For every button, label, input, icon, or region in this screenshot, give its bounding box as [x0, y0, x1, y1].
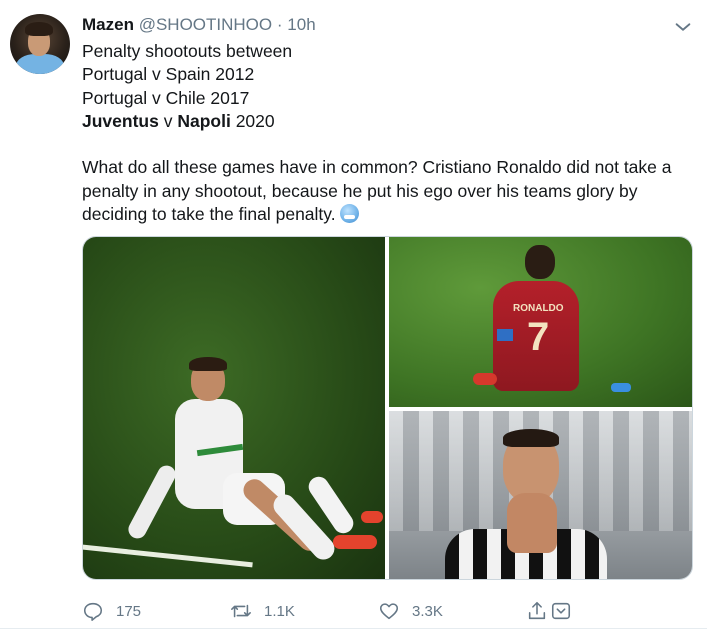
- jersey-number: 7: [527, 315, 550, 359]
- chevron-down-icon[interactable]: [672, 16, 694, 38]
- tweet-header: Mazen @SHOOTINHOO · 10h: [82, 14, 316, 36]
- photo-1[interactable]: [83, 237, 385, 579]
- share-icon: [528, 601, 546, 620]
- jersey-name: RONALDO: [513, 303, 564, 314]
- tweet-text: Penalty shootouts between Portugal v Spa…: [82, 40, 692, 226]
- author-handle[interactable]: @SHOOTINHOO: [139, 15, 272, 34]
- tweet-paragraph-line: penalty in any shootout, because he put …: [82, 180, 638, 201]
- tweet-line: Portugal v Chile 2017: [82, 87, 250, 108]
- media-grid: RONALDO 7: [82, 236, 693, 580]
- photo-3[interactable]: [389, 411, 692, 579]
- tweet-line: Penalty shootouts between: [82, 41, 293, 61]
- reply-button[interactable]: 175: [82, 598, 141, 624]
- year-text: 2020: [235, 110, 275, 131]
- retweet-button[interactable]: 1.1K: [230, 598, 295, 624]
- share-button[interactable]: [526, 598, 572, 624]
- dm-icon[interactable]: [550, 600, 572, 622]
- photo-2[interactable]: RONALDO 7: [389, 237, 692, 407]
- tweet-line: Portugal v Spain 2012: [82, 64, 255, 85]
- tweet-line: Juventus v Napoli 2020: [82, 110, 692, 133]
- reply-count: 175: [116, 602, 142, 620]
- like-count: 3.3K: [412, 602, 443, 620]
- timestamp[interactable]: 10h: [287, 15, 315, 34]
- versus-text: v: [163, 110, 173, 131]
- tweet-paragraph-line: What do all these games have in common? …: [82, 157, 672, 178]
- action-bar: 175 1.1K 3.3K: [82, 598, 602, 624]
- separator-dot: ·: [276, 15, 283, 34]
- grimacing-face-icon: [340, 204, 360, 224]
- author-name[interactable]: Mazen: [82, 15, 134, 34]
- reply-icon: [83, 602, 103, 621]
- retweet-icon: [231, 604, 251, 618]
- avatar[interactable]: [10, 14, 70, 74]
- team-napoli: Napoli: [177, 110, 231, 131]
- like-button[interactable]: 3.3K: [378, 598, 443, 624]
- heart-icon: [379, 603, 399, 620]
- retweet-count: 1.1K: [264, 602, 295, 620]
- tweet[interactable]: Mazen @SHOOTINHOO · 10h Penalty shootout…: [0, 0, 707, 629]
- team-juventus: Juventus: [82, 110, 159, 131]
- tweet-paragraph-line: deciding to take the final penalty.: [82, 203, 692, 226]
